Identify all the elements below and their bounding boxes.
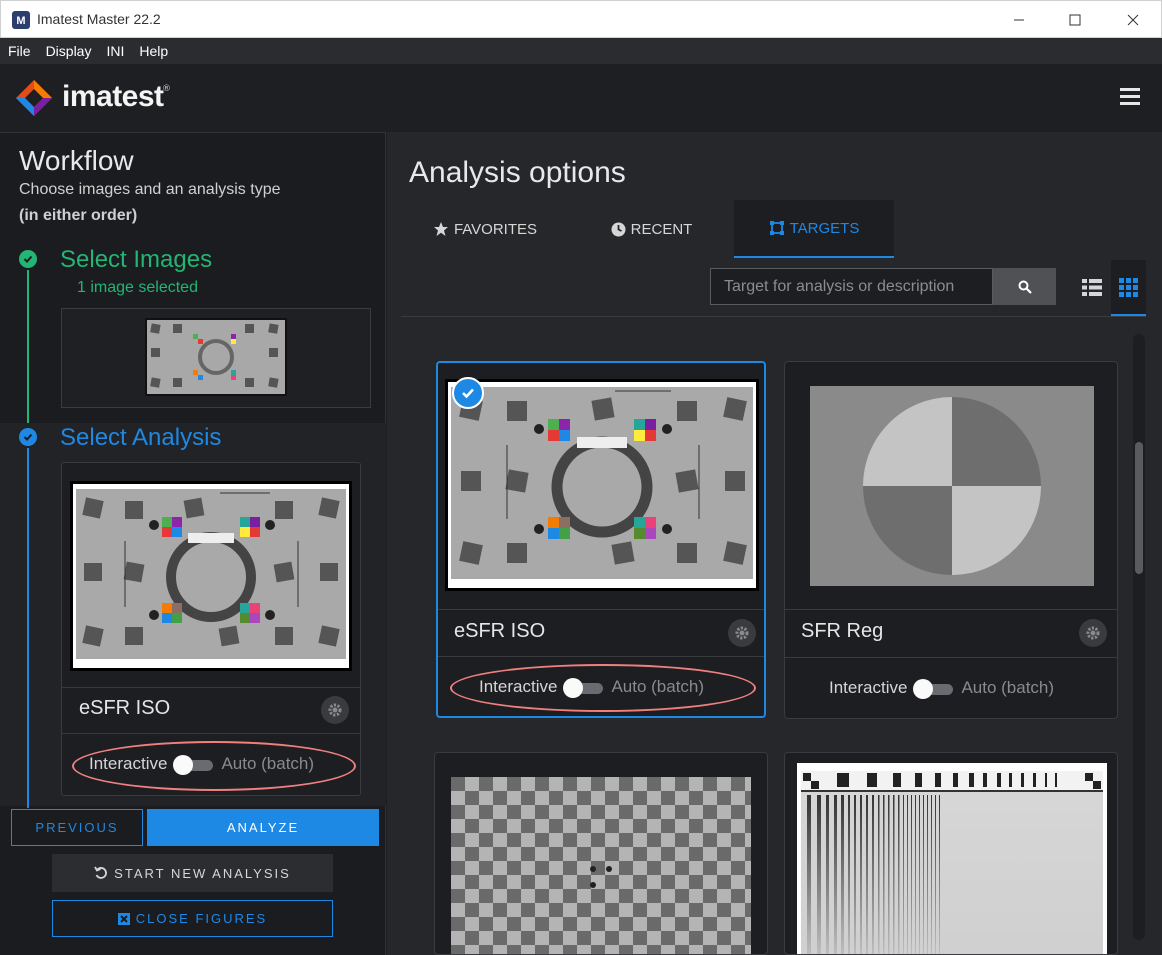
tab-favorites-label: FAVORITES: [453, 220, 538, 238]
analysis-card-name: SFR Reg: [801, 620, 884, 642]
toolbar-divider: [401, 316, 1146, 317]
step-select-analysis[interactable]: Select Analysis: [60, 424, 221, 452]
step1-line: [27, 270, 29, 424]
interactive-batch-toggle[interactable]: [913, 678, 955, 699]
card-divider: [785, 657, 1117, 658]
app-icon: M: [12, 11, 30, 29]
toggle-batch-label: Auto (batch): [961, 678, 1055, 697]
card-divider: [438, 656, 764, 657]
workflow-title: Workflow: [19, 145, 134, 176]
search-button[interactable]: [993, 268, 1056, 305]
analysis-card-wedge[interactable]: [784, 752, 1118, 955]
minimize-button[interactable]: [991, 1, 1047, 39]
workflow-subtitle-order: (in either order): [19, 207, 138, 224]
cards-scrollbar[interactable]: [1133, 334, 1145, 940]
start-new-analysis-label: START NEW ANALYSIS: [114, 865, 291, 881]
grid-view-icon: [1119, 277, 1138, 297]
search-icon: [1018, 280, 1032, 294]
imatest-logo-icon: [16, 80, 52, 116]
menu-display[interactable]: Display: [46, 43, 92, 59]
mode-toggle-row: Interactive Auto (batch): [829, 678, 1055, 699]
star-icon: [433, 222, 448, 236]
menu-file[interactable]: File: [8, 43, 31, 59]
start-new-analysis-button[interactable]: START NEW ANALYSIS: [52, 854, 333, 892]
analysis-card-sfr-reg[interactable]: SFR Reg Interactive Auto (batch): [784, 361, 1118, 719]
step2-line: [27, 448, 29, 808]
list-view-icon: [1082, 278, 1102, 296]
window-titlebar: M Imatest Master 22.2: [0, 0, 1162, 38]
window-title: Imatest Master 22.2: [37, 11, 161, 27]
esfr-iso-chart-image: [70, 481, 352, 671]
close-icon: [1127, 14, 1139, 26]
selected-check-icon: [452, 377, 484, 409]
settings-gear-icon[interactable]: [1079, 619, 1107, 647]
settings-gear-icon[interactable]: [321, 696, 349, 724]
analysis-card-esfr-iso[interactable]: eSFR ISO Interactive Auto (batch): [436, 361, 766, 718]
grid-view-button[interactable]: [1111, 260, 1146, 316]
card-divider: [62, 687, 360, 688]
workflow-panel: Workflow Choose images and an analysis t…: [0, 132, 386, 955]
menu-ini[interactable]: INI: [106, 43, 124, 59]
close-box-icon: [117, 912, 130, 925]
checkerboard-target-image: [451, 777, 751, 954]
tab-targets[interactable]: TARGETS: [734, 200, 894, 258]
scrollbar-thumb[interactable]: [1135, 442, 1143, 574]
hamburger-menu-icon[interactable]: [1120, 88, 1140, 106]
list-view-button[interactable]: [1075, 270, 1109, 304]
images-selected-status: 1 image selected: [77, 279, 198, 296]
analysis-card-name: eSFR ISO: [454, 620, 546, 642]
analysis-options-panel: Analysis options FAVORITES RECENT TARGET…: [387, 132, 1162, 955]
card-divider: [438, 609, 764, 610]
previous-button[interactable]: PREVIOUS: [11, 809, 143, 846]
brand-registered: ®: [162, 84, 171, 94]
analyze-button[interactable]: ANALYZE: [147, 809, 379, 846]
analysis-card-checkerboard[interactable]: [434, 752, 768, 955]
clock-icon: [611, 222, 626, 236]
highlight-oval: [72, 741, 356, 791]
menu-help[interactable]: Help: [139, 43, 168, 59]
workflow-subtitle: Choose images and an analysis type: [19, 181, 281, 198]
tab-recent-label: RECENT: [630, 220, 693, 238]
maximize-icon: [1069, 14, 1081, 26]
close-window-button[interactable]: [1105, 1, 1161, 39]
tab-favorites[interactable]: FAVORITES: [401, 200, 569, 258]
tab-recent[interactable]: RECENT: [569, 200, 734, 258]
settings-gear-icon[interactable]: [728, 619, 756, 647]
tab-targets-label: TARGETS: [789, 219, 860, 237]
svg-text:M: M: [16, 15, 25, 27]
app-header: imatest ®: [0, 64, 1162, 132]
restart-icon: [94, 866, 108, 879]
brand-name: imatest: [62, 80, 164, 113]
step2-check-icon: [19, 428, 37, 446]
step-select-images[interactable]: Select Images: [60, 246, 212, 274]
maximize-button[interactable]: [1047, 1, 1103, 39]
esfr-iso-target-image: [445, 379, 759, 591]
selected-analysis-card[interactable]: eSFR ISO Interactive Auto (batch): [61, 462, 361, 796]
sfr-reg-target-image: [810, 386, 1094, 586]
close-figures-label: CLOSE FIGURES: [135, 911, 268, 926]
analysis-options-title: Analysis options: [409, 156, 626, 189]
menu-bar: File Display INI Help: [0, 38, 1162, 64]
target-icon: [769, 221, 784, 235]
step1-check-icon: [19, 250, 37, 268]
minimize-icon: [1014, 19, 1024, 21]
toggle-interactive-label: Interactive: [829, 678, 908, 697]
wedge-target-image: [797, 763, 1107, 954]
selected-image-thumbnail[interactable]: [61, 308, 371, 408]
highlight-oval: [450, 664, 756, 712]
esfr-chart-thumbnail: [145, 318, 287, 396]
analysis-tabs: FAVORITES RECENT TARGETS: [401, 200, 894, 258]
card-divider: [62, 733, 360, 734]
card-divider: [785, 609, 1117, 610]
selected-analysis-name: eSFR ISO: [79, 697, 171, 719]
close-figures-button[interactable]: CLOSE FIGURES: [52, 900, 333, 937]
target-search-input[interactable]: [710, 268, 993, 305]
